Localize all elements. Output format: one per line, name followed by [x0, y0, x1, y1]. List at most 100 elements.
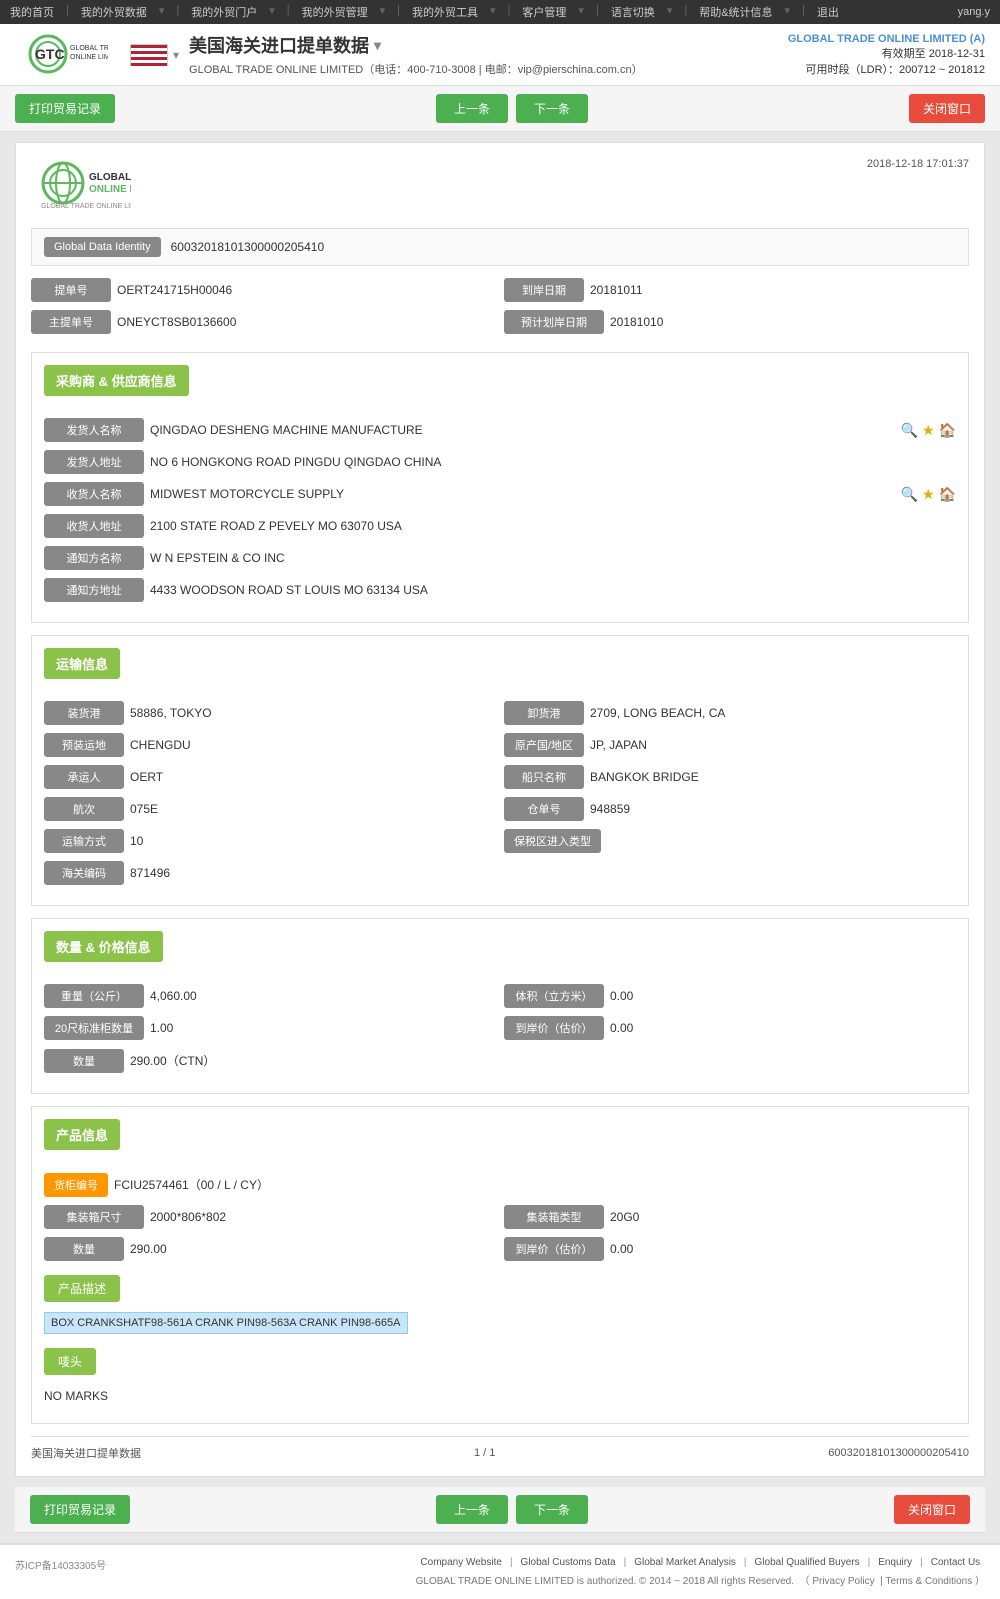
footer-enquiry[interactable]: Enquiry: [878, 1557, 912, 1568]
dest-value: CHENGDU: [130, 734, 496, 756]
container-type-label: 集装箱类型: [504, 1205, 604, 1229]
footer-contact-us[interactable]: Contact Us: [931, 1557, 980, 1568]
bottom-close: 关闭窗口: [894, 1495, 970, 1524]
prev-button[interactable]: 上一条: [436, 94, 508, 123]
consignee-name-group: 收货人名称 MIDWEST MOTORCYCLE SUPPLY 🔍 ★ 🏠: [44, 482, 956, 506]
price-section: 数量 & 价格信息 重量（公斤） 4,060.00 体积（立方米） 0.00 2…: [31, 918, 969, 1094]
vessel-value: BANGKOK BRIDGE: [590, 766, 956, 788]
bottom-next-button[interactable]: 下一条: [516, 1495, 588, 1524]
product-qty-group: 数量 290.00: [44, 1237, 496, 1261]
warehouse-value: 948859: [590, 798, 956, 820]
footer-qualified-buyers[interactable]: Global Qualified Buyers: [755, 1557, 860, 1568]
nav-foreign-data[interactable]: 我的外贸数据: [81, 4, 147, 20]
toolbar-nav: 上一条 下一条: [436, 94, 588, 123]
footer-privacy[interactable]: Privacy Policy: [812, 1576, 874, 1587]
container-no-group: 货柜编号 FCIU2574461（00 / L / CY）: [44, 1172, 956, 1197]
footer-market-analysis[interactable]: Global Market Analysis: [634, 1557, 736, 1568]
price-title-row: 数量 & 价格信息: [44, 931, 956, 974]
consignee-addr-row: 收货人地址 2100 STATE ROAD Z PEVELY MO 63070 …: [44, 514, 956, 538]
container-type-group: 集装箱类型 20G0: [504, 1205, 956, 1229]
product-desc-value: BOX CRANKSHATF98-561A CRANK PIN98-563A C…: [44, 1312, 956, 1334]
product-price-value: 0.00: [610, 1238, 956, 1260]
bonded-group: 保税区进入类型: [504, 829, 956, 853]
nav-logout[interactable]: 退出: [817, 4, 839, 20]
container-type-value: 20G0: [610, 1206, 956, 1228]
bottom-close-button[interactable]: 关闭窗口: [894, 1495, 970, 1524]
footer-customs-data[interactable]: Global Customs Data: [521, 1557, 616, 1568]
arrival-date-group: 到岸日期 20181011: [504, 278, 969, 302]
customs-group: 海关编码 871496: [44, 861, 496, 885]
footer-company-website[interactable]: Company Website: [420, 1557, 502, 1568]
shipper-home-icon[interactable]: 🏠: [939, 422, 956, 439]
voyage-value: 075E: [130, 798, 496, 820]
footer-terms[interactable]: Terms & Conditions: [886, 1576, 973, 1587]
vessel-label: 船只名称: [504, 765, 584, 789]
consignee-star-icon[interactable]: ★: [922, 486, 935, 503]
consignee-icons: 🔍 ★ 🏠: [901, 486, 956, 503]
container-no-row: 货柜编号 FCIU2574461（00 / L / CY）: [44, 1172, 956, 1197]
close-button[interactable]: 关闭窗口: [909, 94, 985, 123]
arrival-date-label: 到岸日期: [504, 278, 584, 302]
nav-user: yang.y: [958, 6, 990, 18]
nav-foreign-tools[interactable]: 我的外贸工具: [412, 4, 478, 20]
product-desc-row: 产品描述 BOX CRANKSHATF98-561A CRANK PIN98-5…: [44, 1269, 956, 1334]
global-data-identity-row: Global Data Identity 6003201810130000020…: [31, 228, 969, 266]
nav-foreign-mgmt[interactable]: 我的外贸管理: [302, 4, 368, 20]
quantity-group: 数量 290.00（CTN）: [44, 1048, 496, 1073]
title-dropdown[interactable]: ▾: [374, 37, 381, 54]
bill-no-group: 提单号 OERT241715H00046: [31, 278, 496, 302]
nav-customer-mgmt[interactable]: 客户管理: [522, 4, 566, 20]
supplier-section: 采购商 & 供应商信息 发货人名称 QINGDAO DESHENG MACHIN…: [31, 352, 969, 623]
master-bill-value: ONEYCT8SB0136600: [117, 311, 496, 333]
product-section: 产品信息 货柜编号 FCIU2574461（00 / L / CY） 集装箱尺寸…: [31, 1106, 969, 1424]
nav-language[interactable]: 语言切换: [611, 4, 655, 20]
transport-mode-label: 运输方式: [44, 829, 124, 853]
shipper-addr-label: 发货人地址: [44, 450, 144, 474]
shipper-star-icon[interactable]: ★: [922, 422, 935, 439]
bill-no-value: OERT241715H00046: [117, 279, 496, 301]
weight-group: 重量（公斤） 4,060.00: [44, 984, 496, 1008]
product-description-text: BOX CRANKSHATF98-561A CRANK PIN98-563A C…: [44, 1312, 408, 1334]
price-section-title: 数量 & 价格信息: [44, 931, 163, 962]
ports-row: 装货港 58886, TOKYO 卸货港 2709, LONG BEACH, C…: [44, 701, 956, 725]
gdi-value: 60032018101300000205410: [171, 240, 325, 254]
footer-copyright: GLOBAL TRADE ONLINE LIMITED is authorize…: [416, 1572, 985, 1587]
icp-number: 苏ICP备14033305号: [15, 1557, 106, 1572]
flag-dropdown[interactable]: ▾: [173, 48, 179, 62]
bottom-prev-button[interactable]: 上一条: [436, 1495, 508, 1524]
marks-button[interactable]: 唛头: [44, 1348, 96, 1375]
print-button[interactable]: 打印贸易记录: [15, 94, 115, 123]
notify-name-label: 通知方名称: [44, 546, 144, 570]
doc-page: 1 / 1: [474, 1447, 495, 1459]
weight-label: 重量（公斤）: [44, 984, 144, 1008]
nav-foreign-portal[interactable]: 我的外贸门户: [191, 4, 257, 20]
next-button[interactable]: 下一条: [516, 94, 588, 123]
master-bill-group: 主提单号 ONEYCT8SB0136600: [31, 310, 496, 334]
warehouse-group: 仓单号 948859: [504, 797, 956, 821]
company-name: GLOBAL TRADE ONLINE LIMITED (A): [788, 33, 985, 45]
page-footer: 苏ICP备14033305号 Company Website | Global …: [0, 1543, 1000, 1599]
notify-addr-value: 4433 WOODSON ROAD ST LOUIS MO 63134 USA: [150, 579, 956, 601]
consignee-search-icon[interactable]: 🔍: [901, 486, 918, 503]
supplier-section-title: 采购商 & 供应商信息: [44, 365, 189, 396]
arrival-price-value: 0.00: [610, 1017, 956, 1039]
shipper-addr-group: 发货人地址 NO 6 HONGKONG ROAD PINGDU QINGDAO …: [44, 450, 956, 474]
bottom-print-button[interactable]: 打印贸易记录: [30, 1495, 130, 1524]
page-subtitle: GLOBAL TRADE ONLINE LIMITED（电话：400-710-3…: [189, 61, 788, 77]
discharge-port-value: 2709, LONG BEACH, CA: [590, 702, 956, 724]
carrier-label: 承运人: [44, 765, 124, 789]
marks-value: NO MARKS: [44, 1389, 956, 1403]
notify-addr-label: 通知方地址: [44, 578, 144, 602]
volume-group: 体积（立方米） 0.00: [504, 984, 956, 1008]
est-arrival-group: 预计划岸日期 20181010: [504, 310, 969, 334]
bonded-label: 保税区进入类型: [504, 829, 601, 853]
nav-home[interactable]: 我的首页: [10, 4, 54, 20]
consignee-name-label: 收货人名称: [44, 482, 144, 506]
consignee-home-icon[interactable]: 🏠: [939, 486, 956, 503]
loading-port-group: 装货港 58886, TOKYO: [44, 701, 496, 725]
nav-links: 我的首页 | 我的外贸数据 ▾ | 我的外贸门户 ▾ | 我的外贸管理 ▾ | …: [10, 4, 839, 20]
nav-help[interactable]: 帮助&统计信息: [699, 4, 772, 20]
quantity-label: 数量: [44, 1049, 124, 1073]
arrival-price-group: 到岸价（估价） 0.00: [504, 1016, 956, 1040]
shipper-search-icon[interactable]: 🔍: [901, 422, 918, 439]
